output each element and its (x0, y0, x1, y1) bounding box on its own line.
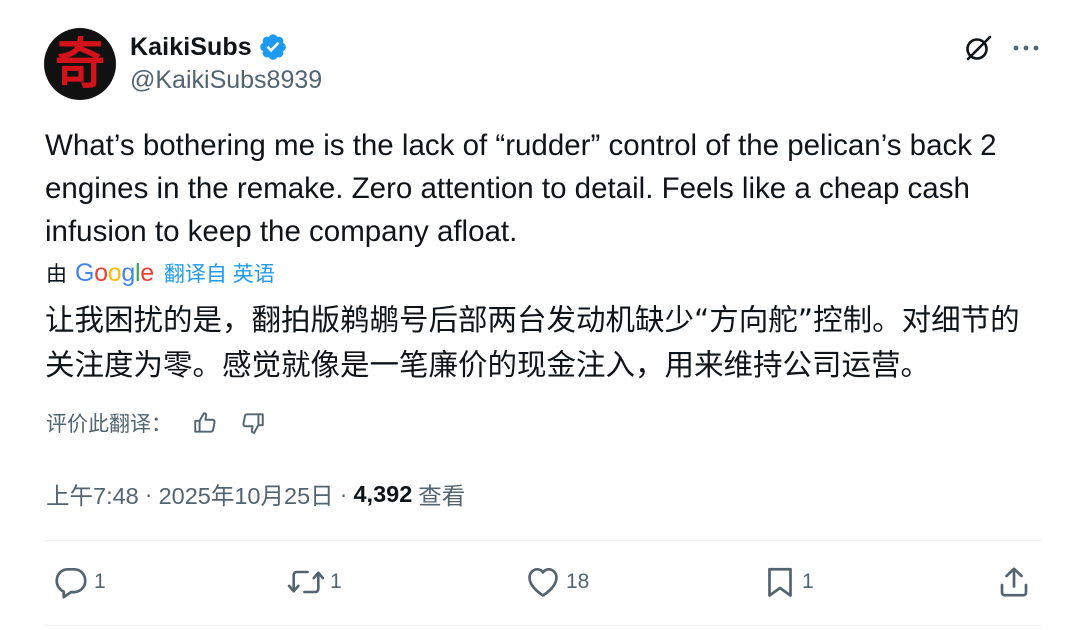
grok-icon[interactable] (960, 30, 996, 66)
google-letter: o (94, 258, 108, 287)
bookmark-count: 1 (802, 570, 814, 593)
reply-icon (55, 567, 87, 599)
tweet-text: What’s bothering me is the lack of “rudd… (45, 129, 997, 248)
views-label[interactable]: 查看 (418, 477, 465, 511)
rate-translation-label: 评价此翻译： (46, 413, 172, 436)
views-count[interactable]: 4,392 (353, 481, 412, 508)
tweet-time[interactable]: 上午7:48 (46, 477, 139, 511)
reply-count: 1 (94, 570, 106, 593)
rate-translation-row: 评价此翻译： (46, 406, 268, 440)
google-letter: e (140, 258, 154, 287)
display-name[interactable]: KaikiSubs (130, 33, 252, 62)
translation-attribution: 由 Google 翻译自 英语 (46, 258, 275, 288)
divider (44, 625, 1042, 626)
google-letter: o (107, 258, 122, 287)
repost-button[interactable]: 1 (286, 562, 342, 602)
author-name-row: KaikiSubs (130, 30, 288, 64)
tweet-date[interactable]: 2025年10月25日 (159, 477, 334, 511)
tweet-card: 奇 KaikiSubs @KaikiSubs8939 What’s bother… (0, 0, 1080, 630)
verified-badge-icon[interactable] (258, 32, 288, 62)
more-icon[interactable] (1008, 30, 1044, 66)
like-count: 18 (566, 570, 590, 593)
google-letter: G (75, 258, 95, 287)
like-button[interactable]: 18 (524, 562, 589, 602)
meta-separator: · (339, 480, 348, 507)
reply-button[interactable]: 1 (52, 562, 106, 602)
bookmark-icon (768, 567, 792, 597)
divider (44, 540, 1042, 541)
meta-separator: · (144, 480, 153, 507)
repost-icon (287, 570, 325, 594)
share-icon (1000, 567, 1028, 597)
bookmark-button[interactable]: 1 (762, 562, 814, 602)
translated-text: 让我困扰的是，翻拍版鹈鹕号后部两台发动机缺少“方向舵”控制。对细节的关注度为零。… (45, 303, 1020, 382)
tweet-meta: 上午7:48 · 2025年10月25日 · 4,392 查看 (46, 476, 465, 512)
heart-icon (528, 567, 558, 597)
user-handle[interactable]: @KaikiSubs8939 (130, 66, 322, 95)
avatar[interactable]: 奇 (44, 28, 116, 100)
share-button[interactable] (996, 562, 1032, 602)
repost-count: 1 (330, 570, 342, 593)
thumbs-down-icon[interactable] (238, 408, 268, 438)
google-logo: Google (75, 259, 154, 288)
translated-by-label: 由 (46, 263, 67, 286)
google-letter: g (121, 258, 135, 287)
thumbs-up-icon[interactable] (190, 408, 220, 438)
translated-from-link[interactable]: 翻译自 英语 (164, 258, 275, 288)
avatar-glyph: 奇 (55, 31, 105, 96)
